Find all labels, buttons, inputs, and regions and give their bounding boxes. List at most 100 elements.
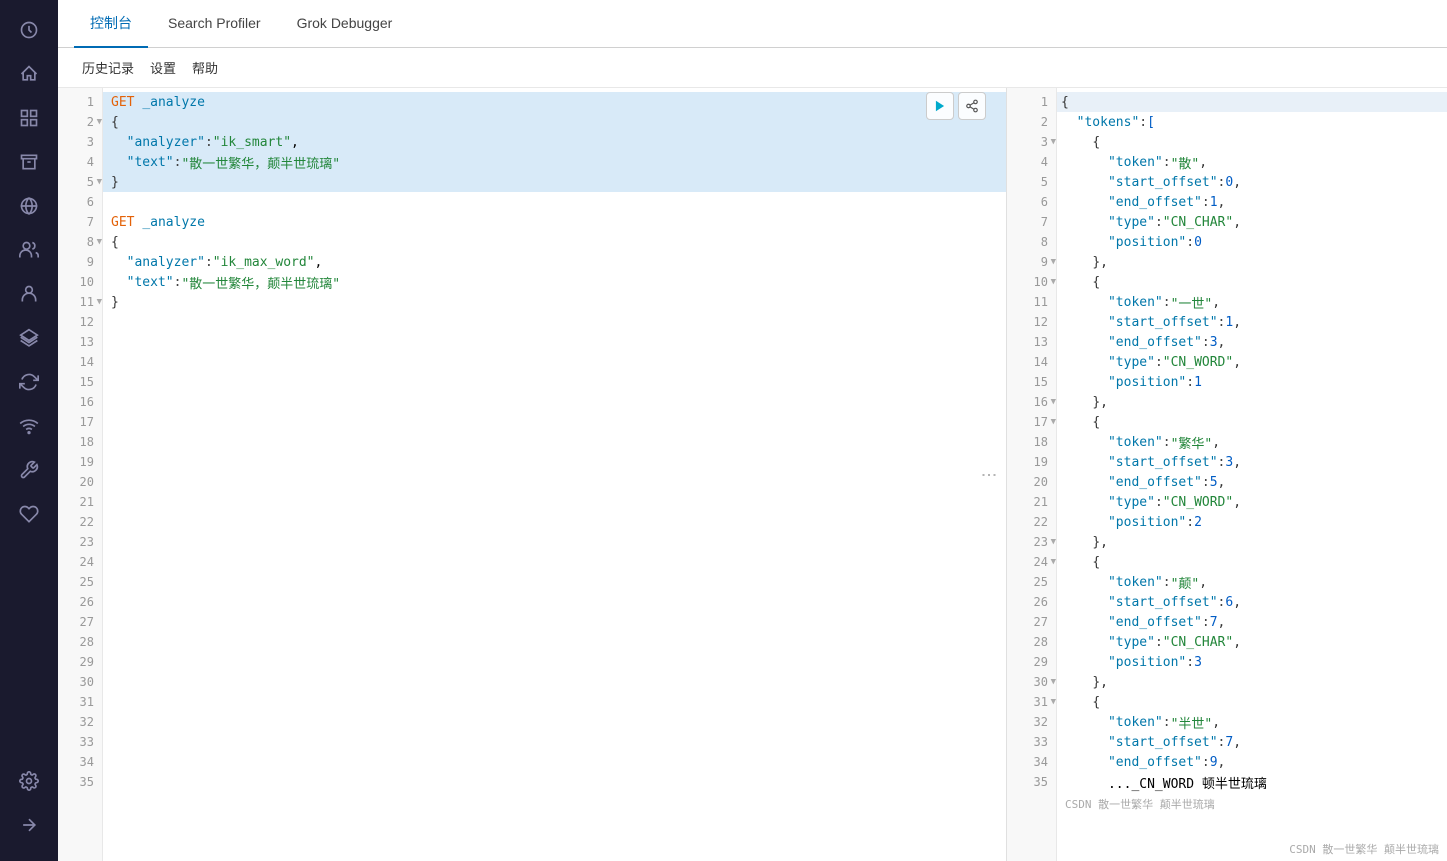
sidebar-icon-wrench[interactable] <box>9 450 49 490</box>
top-tabs: 控制台 Search Profiler Grok Debugger <box>58 0 1447 48</box>
watermark: CSDN 散一世繁华 颠半世琉璃 <box>1057 792 1447 816</box>
code-line-23 <box>103 532 1006 552</box>
code-line-8: { <box>103 232 1006 252</box>
line-num-31: 31 <box>58 692 102 712</box>
result-line-27: "end_offset" : 7, <box>1057 612 1447 632</box>
line-num-3: 3 <box>58 132 102 152</box>
result-line-26: "start_offset" : 6, <box>1057 592 1447 612</box>
menu-history[interactable]: 历史记录 <box>74 54 142 81</box>
result-line-35: ..._CN_WORD 顿半世琉璃 <box>1057 772 1447 792</box>
result-line-16: }, <box>1057 392 1447 412</box>
menu-help[interactable]: 帮助 <box>184 54 226 81</box>
result-line-10: { <box>1057 272 1447 292</box>
result-num-9: 9 <box>1007 252 1056 272</box>
main-area: 控制台 Search Profiler Grok Debugger 历史记录 设… <box>58 0 1447 861</box>
result-line-3: { <box>1057 132 1447 152</box>
code-line-26 <box>103 592 1006 612</box>
tab-console[interactable]: 控制台 <box>74 0 148 48</box>
code-line-19 <box>103 452 1006 472</box>
result-num-19: 19 <box>1007 452 1056 472</box>
line-num-27: 27 <box>58 612 102 632</box>
result-line-31: { <box>1057 692 1447 712</box>
result-line-32: "token" : "半世", <box>1057 712 1447 732</box>
line-num-29: 29 <box>58 652 102 672</box>
line-num-17: 17 <box>58 412 102 432</box>
sidebar-icon-gear[interactable] <box>9 761 49 801</box>
code-line-6 <box>103 192 1006 212</box>
result-line-7: "type" : "CN_CHAR", <box>1057 212 1447 232</box>
sidebar-icon-home[interactable] <box>9 54 49 94</box>
sidebar-icon-sync[interactable] <box>9 362 49 402</box>
sidebar-icon-map[interactable] <box>9 186 49 226</box>
result-num-12: 12 <box>1007 312 1056 332</box>
result-line-17: { <box>1057 412 1447 432</box>
result-num-14: 14 <box>1007 352 1056 372</box>
menu-settings[interactable]: 设置 <box>142 54 184 81</box>
code-line-5: } <box>103 172 1006 192</box>
sidebar-icon-wifi[interactable] <box>9 406 49 446</box>
result-num-30: 30 <box>1007 672 1056 692</box>
result-num-4: 4 <box>1007 152 1056 172</box>
code-line-17 <box>103 412 1006 432</box>
sidebar-icon-layers[interactable] <box>9 318 49 358</box>
result-line-20: "end_offset" : 5, <box>1057 472 1447 492</box>
result-line-14: "type" : "CN_WORD", <box>1057 352 1447 372</box>
result-num-15: 15 <box>1007 372 1056 392</box>
line-num-18: 18 <box>58 432 102 452</box>
code-line-28 <box>103 632 1006 652</box>
code-line-15 <box>103 372 1006 392</box>
result-num-1: 1 <box>1007 92 1056 112</box>
line-num-19: 19 <box>58 452 102 472</box>
sidebar-icon-person[interactable] <box>9 274 49 314</box>
code-line-1: GET _analyze <box>103 92 1006 112</box>
result-line-28: "type" : "CN_CHAR", <box>1057 632 1447 652</box>
run-button[interactable] <box>926 92 954 120</box>
result-num-8: 8 <box>1007 232 1056 252</box>
code-line-33 <box>103 732 1006 752</box>
code-line-31 <box>103 692 1006 712</box>
sidebar-icon-arrow[interactable] <box>9 805 49 845</box>
sidebar-icon-users[interactable] <box>9 230 49 270</box>
code-line-11: } <box>103 292 1006 312</box>
line-num-24: 24 <box>58 552 102 572</box>
line-num-33: 33 <box>58 732 102 752</box>
sidebar-icon-clock[interactable] <box>9 10 49 50</box>
line-num-28: 28 <box>58 632 102 652</box>
result-num-22: 22 <box>1007 512 1056 532</box>
tab-grok-debugger[interactable]: Grok Debugger <box>281 0 409 48</box>
sidebar-icon-heart[interactable] <box>9 494 49 534</box>
result-line-19: "start_offset" : 3, <box>1057 452 1447 472</box>
result-line-15: "position" : 1 <box>1057 372 1447 392</box>
result-num-10: 10 <box>1007 272 1056 292</box>
result-num-21: 21 <box>1007 492 1056 512</box>
line-num-11: 11 <box>58 292 102 312</box>
result-line-11: "token" : "一世", <box>1057 292 1447 312</box>
result-num-7: 7 <box>1007 212 1056 232</box>
editor-panel: 1234567891011121314151617181920212223242… <box>58 88 1007 861</box>
drag-handle[interactable]: ⋮ <box>979 467 998 483</box>
code-line-9: "analyzer": "ik_max_word", <box>103 252 1006 272</box>
action-buttons <box>926 92 986 120</box>
line-num-25: 25 <box>58 572 102 592</box>
line-num-10: 10 <box>58 272 102 292</box>
line-num-35: 35 <box>58 772 102 792</box>
code-line-30 <box>103 672 1006 692</box>
editor-code[interactable]: GET _analyze{ "analyzer": "ik_smart", "t… <box>103 88 1006 861</box>
code-line-21 <box>103 492 1006 512</box>
tab-search-profiler[interactable]: Search Profiler <box>152 0 277 48</box>
result-line-18: "token" : "繁华", <box>1057 432 1447 452</box>
result-line-13: "end_offset" : 3, <box>1057 332 1447 352</box>
line-num-21: 21 <box>58 492 102 512</box>
result-line-24: { <box>1057 552 1447 572</box>
result-num-24: 24 <box>1007 552 1056 572</box>
copy-button[interactable] <box>958 92 986 120</box>
code-line-16 <box>103 392 1006 412</box>
sidebar-icon-archive[interactable] <box>9 142 49 182</box>
sidebar-icon-grid[interactable] <box>9 98 49 138</box>
result-num-25: 25 <box>1007 572 1056 592</box>
line-num-9: 9 <box>58 252 102 272</box>
result-num-20: 20 <box>1007 472 1056 492</box>
line-num-1: 1 <box>58 92 102 112</box>
result-code: CSDN 散一世繁华 颠半世琉璃 { "tokens" : [ { "token… <box>1057 88 1447 861</box>
code-line-7: GET _analyze <box>103 212 1006 232</box>
